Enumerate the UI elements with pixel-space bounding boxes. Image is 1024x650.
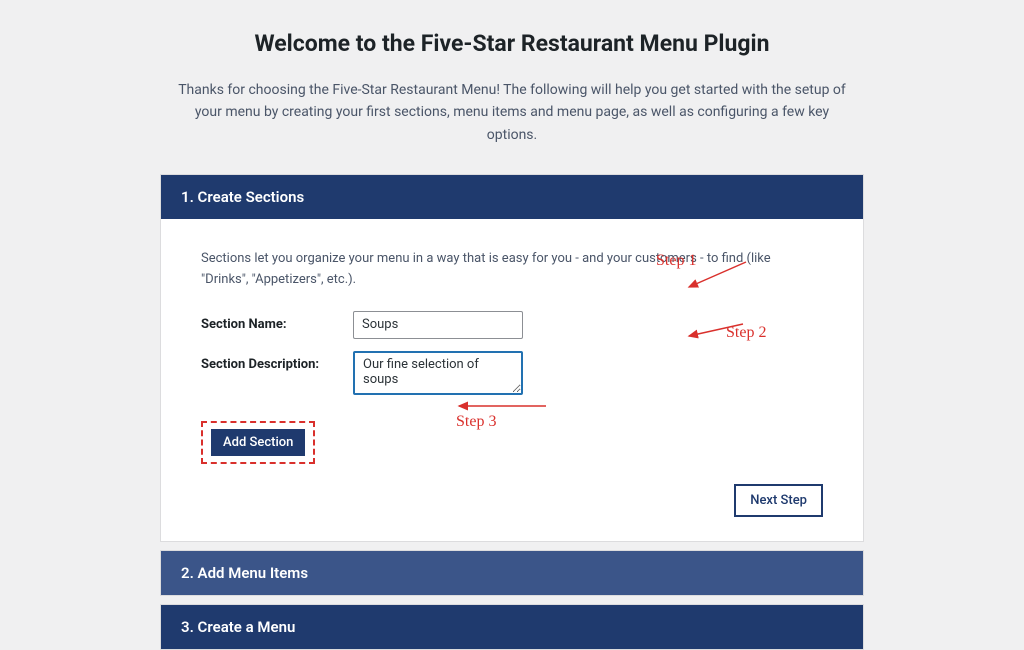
section-name-label: Section Name:: [201, 311, 353, 332]
section-description-row: Section Description: Our fine selection …: [201, 351, 823, 395]
add-section-highlight-box: Add Section: [201, 421, 315, 464]
panel-add-menu-items[interactable]: 2. Add Menu Items: [160, 550, 864, 596]
panel-header-create-sections: 1. Create Sections: [161, 175, 863, 219]
section-name-row: Section Name:: [201, 311, 823, 339]
intro-text: Thanks for choosing the Five-Star Restau…: [160, 79, 864, 146]
annotation-arrow-step3-icon: [451, 394, 551, 419]
panel-header-add-menu-items: 2. Add Menu Items: [161, 551, 863, 595]
section-description-label: Section Description:: [201, 351, 353, 372]
panel-create-a-menu[interactable]: 3. Create a Menu: [160, 604, 864, 650]
annotation-step3-label: Step 3: [456, 413, 496, 431]
section-description-text: Sections let you organize your menu in a…: [201, 249, 821, 291]
panel-header-create-a-menu: 3. Create a Menu: [161, 605, 863, 649]
next-step-button[interactable]: Next Step: [734, 484, 823, 517]
panel-create-sections: 1. Create Sections Sections let you orga…: [160, 174, 864, 542]
setup-wizard-page: Welcome to the Five-Star Restaurant Menu…: [0, 0, 1024, 650]
next-step-row: Next Step: [201, 484, 823, 517]
section-description-input[interactable]: Our fine selection of soups: [353, 351, 523, 395]
page-title: Welcome to the Five-Star Restaurant Menu…: [160, 30, 864, 57]
add-section-button[interactable]: Add Section: [211, 429, 305, 456]
section-name-input[interactable]: [353, 311, 523, 339]
panel-body-create-sections: Sections let you organize your menu in a…: [161, 219, 863, 541]
